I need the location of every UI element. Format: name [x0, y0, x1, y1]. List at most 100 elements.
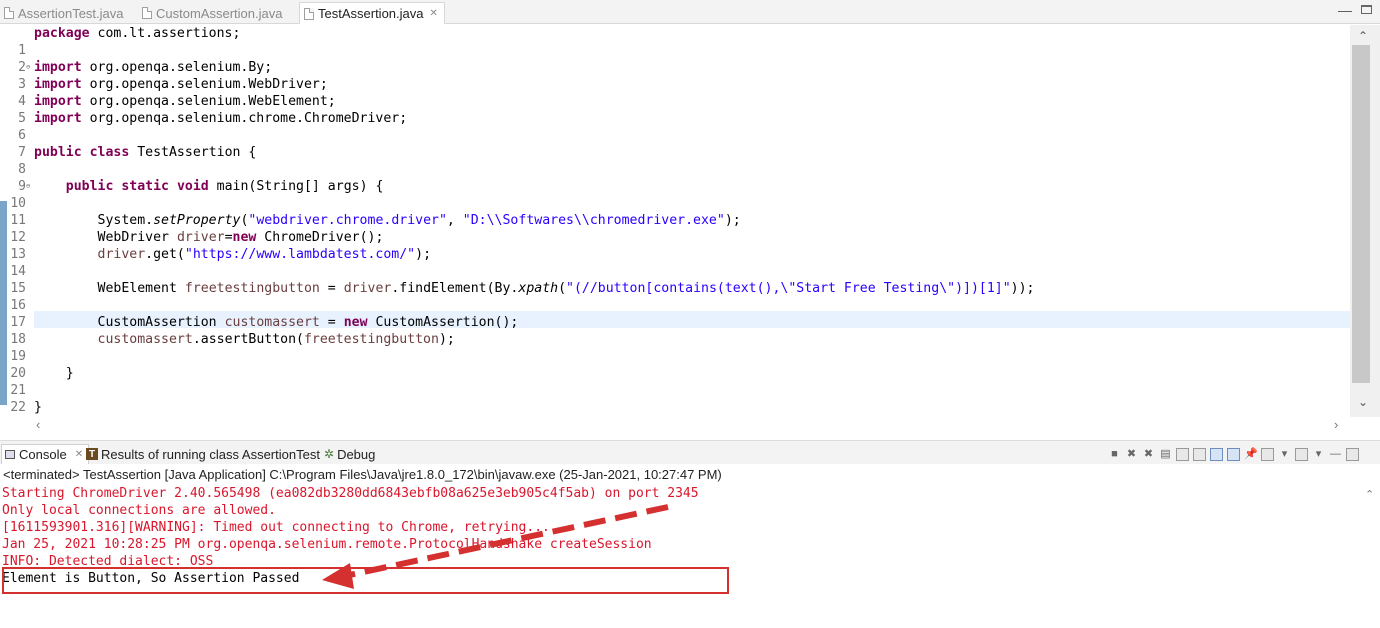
scroll-left-icon[interactable]: ‹ — [36, 417, 40, 432]
pin-console-icon[interactable]: 📌 — [1244, 448, 1258, 461]
java-file-icon — [304, 7, 314, 20]
keyword: public — [65, 179, 114, 194]
static-method: xpath — [518, 281, 559, 296]
code-line: 6 import org.openqa.selenium.chrome.Chro… — [0, 110, 407, 143]
code-text: System. — [97, 213, 154, 228]
code-text: ( — [558, 281, 567, 296]
display-console-icon[interactable] — [1261, 447, 1274, 461]
terminate-icon[interactable]: ■ — [1108, 448, 1121, 461]
code-line: 9 — [0, 161, 32, 194]
keyword: import — [34, 94, 82, 109]
scroll-lock-icon[interactable] — [1176, 447, 1189, 461]
code-line: 15 — [0, 263, 32, 296]
code-text: ); — [415, 247, 432, 262]
show-on-error-icon[interactable] — [1227, 447, 1240, 461]
code-text: } — [34, 400, 42, 415]
keyword: new — [232, 230, 257, 245]
scroll-up-icon[interactable]: ⌃ — [1365, 488, 1374, 501]
code-line: 17 — [0, 297, 32, 330]
code-line: 5 import org.openqa.selenium.WebElement; — [0, 93, 336, 126]
code-text: CustomAssertion — [97, 315, 225, 330]
code-line: 22 — [0, 382, 32, 415]
console-line: Only local connections are allowed. — [2, 503, 276, 518]
static-method: setProperty — [153, 213, 241, 228]
close-icon[interactable]: ✕ — [75, 449, 83, 460]
open-console-icon[interactable] — [1295, 447, 1308, 461]
close-icon[interactable]: ✕ — [430, 8, 438, 19]
debug-icon: ✲ — [324, 447, 335, 461]
fold-icon[interactable]: ⊖ — [26, 178, 30, 195]
scroll-up-icon[interactable]: ⌃ — [1358, 29, 1368, 43]
console-icon — [5, 450, 15, 459]
code-line: 18 CustomAssertion customassert = new Cu… — [0, 314, 518, 347]
code-text: )); — [1010, 281, 1035, 296]
scrollbar-thumb[interactable] — [1352, 45, 1370, 383]
tab-label: AssertionTest.java — [18, 5, 124, 21]
code-text: .get( — [145, 247, 185, 262]
keyword: class — [89, 145, 130, 160]
show-on-output-icon[interactable] — [1210, 447, 1223, 461]
tab-testassertion[interactable]: TestAssertion.java ✕ — [299, 2, 445, 24]
code-editor[interactable]: 1 package com.lt.assertions; 2 3 ⊖ impor… — [0, 25, 1350, 432]
variable: driver — [176, 230, 225, 245]
code-text: , — [446, 213, 463, 228]
code-text: WebDriver — [97, 230, 177, 245]
remove-all-icon[interactable]: ✖ — [1142, 448, 1155, 461]
keyword: void — [176, 179, 209, 194]
tab-label: CustomAssertion.java — [156, 5, 283, 21]
tab-label: Debug — [337, 446, 376, 462]
tab-label: TestAssertion.java — [318, 6, 424, 21]
keyword: import — [34, 77, 82, 92]
minimize-icon[interactable]: — — [1329, 448, 1342, 461]
tab-assertiontest[interactable]: AssertionTest.java — [4, 2, 124, 24]
word-wrap-icon[interactable] — [1193, 447, 1206, 461]
tab-console[interactable]: Console ✕ — [1, 444, 90, 464]
code-text: WebElement — [97, 281, 185, 296]
minimize-icon[interactable]: — — [1338, 2, 1352, 18]
code-text: org.openqa.selenium.WebDriver; — [81, 77, 328, 92]
variable: driver — [343, 281, 392, 296]
code-line: 3 ⊖ import org.openqa.selenium.By; — [0, 59, 272, 92]
console-output[interactable]: Starting ChromeDriver 2.40.565498 (ea082… — [0, 484, 1360, 628]
code-text: .findElement(By. — [391, 281, 519, 296]
dropdown-arrow-icon[interactable]: ▾ — [1278, 448, 1291, 461]
maximize-icon[interactable] — [1361, 5, 1372, 14]
maximize-icon[interactable] — [1346, 447, 1359, 461]
keyword: new — [343, 315, 368, 330]
code-line: 7 — [0, 127, 32, 160]
code-text: org.openqa.selenium.WebElement; — [81, 94, 336, 109]
tab-junit-results[interactable]: T Results of running class AssertionTest — [86, 444, 320, 464]
tab-label: Results of running class AssertionTest — [101, 446, 320, 462]
code-line: 16 WebElement freetestingbutton = driver… — [0, 280, 1034, 313]
code-line: 12 System.setProperty("webdriver.chrome.… — [0, 212, 740, 245]
scroll-down-icon[interactable]: ⌄ — [1358, 395, 1368, 409]
code-line: 19 customassert.assertButton(freetesting… — [0, 331, 455, 364]
remove-launch-icon[interactable]: ✖ — [1125, 448, 1138, 461]
tab-debug[interactable]: ✲ Debug — [324, 444, 375, 464]
console-vertical-scrollbar[interactable]: ⌃ — [1360, 484, 1380, 628]
console-line: [1611593901.316][WARNING]: Timed out con… — [2, 520, 550, 535]
editor-vertical-scrollbar[interactable]: ⌃ ⌄ — [1350, 25, 1380, 417]
variable: freetestingbutton — [184, 281, 320, 296]
keyword: import — [34, 60, 82, 75]
scroll-right-icon[interactable]: › — [1334, 417, 1338, 432]
code-text: main(String[] args) { — [208, 179, 384, 194]
fold-icon[interactable]: ⊖ — [26, 59, 30, 76]
code-text: } — [65, 366, 74, 381]
variable: customassert — [97, 332, 193, 347]
code-text: = — [224, 230, 233, 245]
editor-horizontal-scrollbar[interactable]: ‹ › — [0, 417, 1350, 433]
clear-console-icon[interactable]: ▤ — [1159, 448, 1172, 461]
code-line: 13 WebDriver driver=new ChromeDriver(); — [0, 229, 383, 262]
variable: freetestingbutton — [303, 332, 439, 347]
code-line: 23 } — [0, 399, 42, 432]
keyword: public — [34, 145, 82, 160]
console-toolbar: ■ ✖ ✖ ▤ 📌 ▾ ▾ — — [1108, 445, 1359, 463]
code-text: ); — [724, 213, 741, 228]
console-line: Jan 25, 2021 10:28:25 PM org.openqa.sele… — [2, 537, 652, 552]
code-line: 21 } — [0, 365, 73, 398]
tab-customassertion[interactable]: CustomAssertion.java — [142, 2, 282, 24]
dropdown-arrow-icon[interactable]: ▾ — [1312, 448, 1325, 461]
editor-tab-bar: AssertionTest.java CustomAssertion.java … — [0, 0, 1380, 24]
code-line: 20 — [0, 348, 32, 381]
